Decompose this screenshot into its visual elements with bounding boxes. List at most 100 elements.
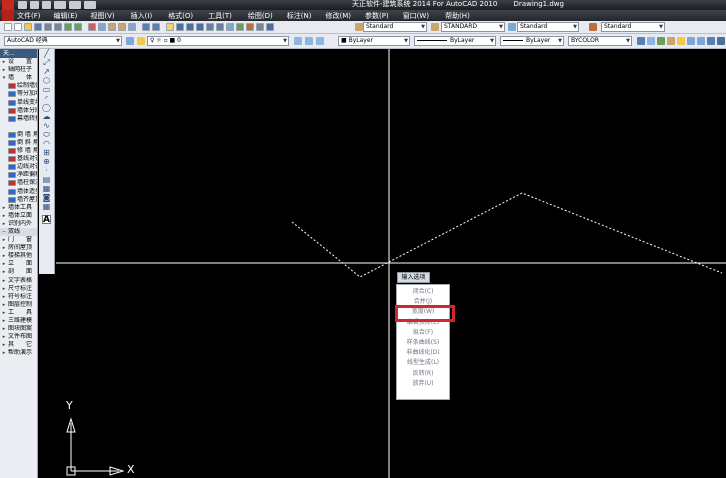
arc-icon[interactable]: ◜ [42,94,51,103]
palette-section[interactable]: ▸ 文字表格 [0,277,37,285]
dim-style-icon[interactable] [431,23,439,31]
construction-line-icon[interactable]: ⤢ [42,58,51,67]
zoom-previous-icon[interactable] [196,23,204,31]
palette-section[interactable]: ▸ 墙体工具 [0,204,37,212]
save-icon[interactable] [42,1,51,9]
menu-item[interactable]: 文件(F) [17,11,41,21]
workspace-settings-icon[interactable] [126,37,134,45]
tz-palette-icon[interactable] [697,37,705,45]
menu-item[interactable]: 编辑(E) [54,11,78,21]
palette-section[interactable]: ▸ 文件布图 [0,333,37,341]
palette-item[interactable]: 幕墙转换 [0,115,37,123]
new-icon[interactable] [18,1,27,9]
plot-icon[interactable] [84,1,96,9]
palette-section[interactable]: ▸ 楼梯其他 [0,252,37,260]
context-menu-item[interactable]: 放弃(U) [397,379,449,389]
menu-item[interactable]: 标注(N) [287,11,312,21]
tz-option-icon[interactable] [637,37,645,45]
polygon-icon[interactable]: ⬡ [42,76,51,85]
tz-lock-icon[interactable] [667,37,675,45]
menu-item[interactable]: 修改(M) [325,11,351,21]
open-icon[interactable] [30,1,39,9]
menu-item[interactable]: 窗口(W) [403,11,429,21]
palette-section[interactable]: ▸ 其 它 [0,341,37,349]
save-icon[interactable] [34,23,42,31]
menu-item[interactable]: 帮助(H) [445,11,470,21]
palette-section[interactable]: ▸ 立 面 [0,260,37,268]
point-icon[interactable]: · [42,166,51,175]
copy-icon[interactable] [98,23,106,31]
table-style-icon[interactable] [508,23,516,31]
linetype-select[interactable]: ByLayer ▼ [414,36,496,46]
context-menu-item[interactable]: 非曲线化(D) [397,348,449,358]
ellipse-icon[interactable]: ⬭ [42,130,51,139]
palette-item[interactable]: 墙体分段 [0,107,37,115]
palette-item[interactable]: 修 墙 角 [0,147,37,155]
table-icon[interactable]: ▦ [42,202,51,211]
markup-icon[interactable] [246,23,254,31]
new-icon[interactable] [4,23,12,31]
hatch-icon[interactable]: ▤ [42,175,51,184]
palette-section[interactable]: ▾ 墙 体 [0,74,37,82]
context-menu-item[interactable]: 拟合(F) [397,328,449,338]
publish-icon[interactable] [64,23,72,31]
block-editor-icon[interactable] [128,23,136,31]
match-properties-icon[interactable] [118,23,126,31]
palette-section[interactable]: ▸ 房间屋顶 [0,244,37,252]
table-style-select[interactable]: Standard ▼ [517,22,579,32]
palette-section[interactable]: ▸ 帮助演示 [0,349,37,357]
cut-icon[interactable] [88,23,96,31]
palette-item[interactable]: 单线变墙 [0,98,37,106]
quickcalc-icon[interactable] [256,23,264,31]
palette-item[interactable]: 墙柱保温 [0,179,37,187]
palette-section[interactable]: ▸ 图块图案 [0,325,37,333]
palette-section[interactable]: ▸ 工 具 [0,309,37,317]
spline-icon[interactable]: ∿ [42,121,51,130]
layer-states-icon[interactable] [316,37,324,45]
pan-icon[interactable] [166,23,174,31]
tool-palettes-icon[interactable] [226,23,234,31]
rectangle-icon[interactable]: ▭ [42,85,51,94]
palette-item[interactable]: 墙体造型 [0,188,37,196]
layer-previous-icon[interactable] [305,37,313,45]
palette-item[interactable]: 倒 斜 角 [0,139,37,147]
tz-color-icon[interactable] [657,37,665,45]
context-menu-item[interactable]: 样条曲线(S) [397,338,449,348]
palette-section[interactable]: ▸ 轴网柱子 [0,66,37,74]
lineweight-select[interactable]: ByLayer ▼ [500,36,564,46]
palette-section[interactable]: ▸ 三维建模 [0,317,37,325]
tz-layer-icon[interactable] [647,37,655,45]
region-icon[interactable]: ◙ [42,193,51,202]
polyline-icon[interactable]: ↗ [42,67,51,76]
tz-settings-icon[interactable] [687,37,695,45]
layer-manager-icon[interactable] [137,37,145,45]
palette-section[interactable]: ▸ 门 窗 [0,236,37,244]
make-block-icon[interactable]: ⊕ [42,157,51,166]
properties-icon[interactable] [206,23,214,31]
palette-section-header[interactable]: ─ 双线 [0,227,37,237]
redo-icon[interactable] [69,1,81,9]
redo-icon[interactable] [152,23,160,31]
plot-style-select[interactable]: BYCOLOR ▼ [568,36,632,46]
palette-section[interactable]: ▸ 尺寸标注 [0,285,37,293]
palette-item[interactable]: 边线对齐 [0,163,37,171]
color-select[interactable]: ■ ByLayer ▼ [338,36,410,46]
design-center-icon[interactable] [216,23,224,31]
multiline-text-icon[interactable]: A [42,215,51,225]
menu-item[interactable]: 参数(P) [365,11,389,21]
palette-section[interactable]: ▸ 符号标注 [0,293,37,301]
menu-item[interactable]: 视图(V) [90,11,114,21]
layer-select[interactable]: ♀ ☼ ▫ ■ 0 ▼ [147,36,289,46]
undo-icon[interactable] [142,23,150,31]
tz-light-icon[interactable] [677,37,685,45]
palette-section[interactable]: ▸ 剖 面 [0,268,37,276]
application-menu-button[interactable] [2,0,14,10]
palette-item[interactable]: 基线对齐 [0,155,37,163]
menu-item[interactable]: 插入(I) [131,11,153,21]
circle-icon[interactable]: ◯ [42,103,51,112]
qnew-icon[interactable] [14,23,22,31]
dim-style-select[interactable]: STANDARD ▼ [441,22,505,32]
make-object-layer-current-icon[interactable] [294,37,302,45]
workspace-select[interactable]: AutoCAD 经典 ▼ [4,36,122,46]
polyline-preview[interactable] [291,192,723,278]
